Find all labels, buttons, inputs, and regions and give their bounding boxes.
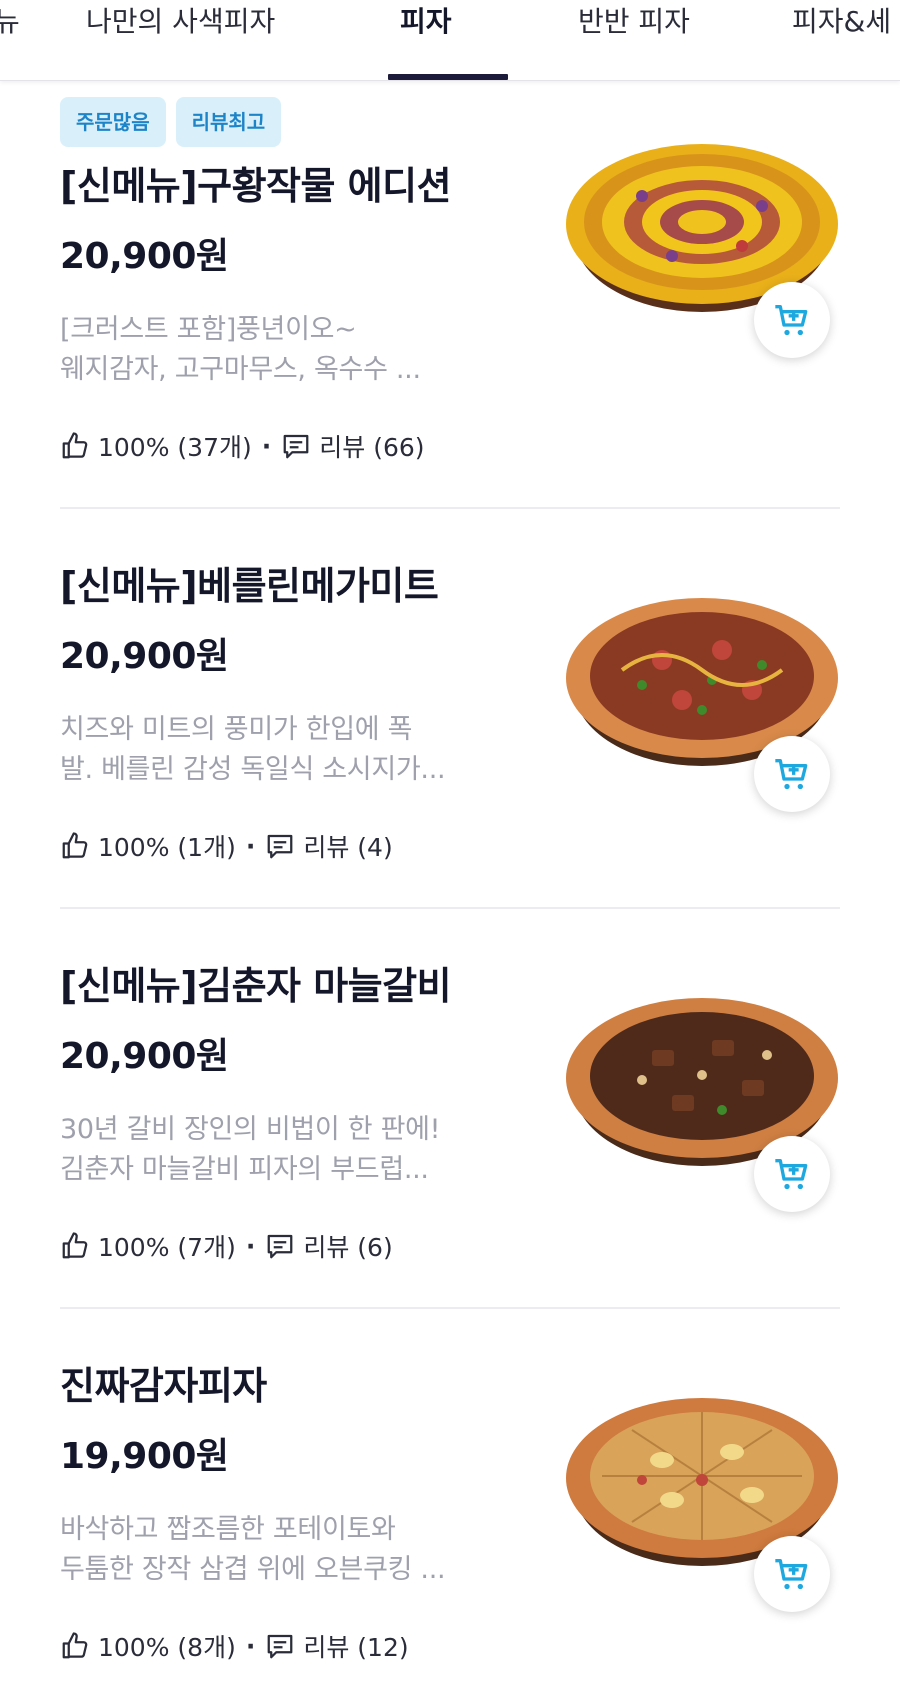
description-line: 바삭하고 짭조름한 포테이토와 <box>60 1514 396 1545</box>
menu-description: 치즈와 미트의 풍미가 한입에 폭 발. 베를린 감성 독일식 소시지가... <box>60 710 520 790</box>
menu-title[interactable]: 진짜감자피자 <box>60 1355 267 1410</box>
tab-half-half-pizza[interactable]: 반반 피자 <box>578 0 690 80</box>
item-divider <box>60 507 840 509</box>
rating-stats: 100% (1개) · 리뷰 (4) <box>60 828 393 864</box>
menu-title[interactable]: [신메뉴]구황작물 에디션 <box>60 155 452 210</box>
comment-icon <box>267 1234 293 1259</box>
add-to-cart-icon <box>775 1159 808 1190</box>
category-tab-bar: 뉴 나만의 사색피자 피자 반반 피자 피자&세 <box>0 0 900 81</box>
menu-description: 30년 갈비 장인의 비법이 한 판에! 김춘자 마늘갈비 피자의 부드럽... <box>60 1110 520 1190</box>
review-count[interactable]: 리뷰 (12) <box>303 1628 408 1664</box>
item-divider <box>60 1307 840 1309</box>
separator-dot: · <box>245 1231 256 1261</box>
description-line: 두툼한 장작 삼겹 위에 오븐쿠킹 ... <box>60 1554 446 1585</box>
active-tab-indicator <box>388 74 508 80</box>
separator-dot: · <box>245 1631 256 1661</box>
review-count[interactable]: 리뷰 (4) <box>303 828 392 864</box>
menu-title[interactable]: [신메뉴]베를린메가미트 <box>60 555 439 610</box>
menu-description: 바삭하고 짭조름한 포테이토와 두툼한 장작 삼겹 위에 오븐쿠킹 ... <box>60 1510 520 1590</box>
like-rate: 100% (1개) <box>98 833 236 862</box>
menu-price: 20,900원 <box>60 236 229 277</box>
thumbs-up-icon <box>62 1632 88 1659</box>
comment-icon <box>267 1634 293 1659</box>
add-to-cart-icon <box>775 1559 808 1590</box>
rating-stats: 100% (37개) · 리뷰 (66) <box>60 428 425 464</box>
rating-stats: 100% (7개) · 리뷰 (6) <box>60 1228 393 1264</box>
tab-pizza[interactable]: 피자 <box>400 0 452 80</box>
menu-price: 20,900원 <box>60 636 229 677</box>
thumbs-up-icon <box>62 432 88 459</box>
menu-price: 19,900원 <box>60 1436 229 1477</box>
item-divider <box>60 907 840 909</box>
description-line: [크러스트 포함]풍년이오~ <box>60 314 357 345</box>
thumbs-up-icon <box>62 832 88 859</box>
comment-icon <box>267 834 293 859</box>
add-to-cart-button[interactable] <box>754 282 830 358</box>
comment-icon <box>283 434 309 459</box>
description-line: 발. 베를린 감성 독일식 소시지가... <box>60 754 446 785</box>
add-to-cart-icon <box>775 759 808 790</box>
badge-most-ordered: 주문많음 <box>60 97 166 147</box>
review-count[interactable]: 리뷰 (66) <box>319 428 424 464</box>
menu-title[interactable]: [신메뉴]김춘자 마늘갈비 <box>60 955 452 1010</box>
tab-pizza-set[interactable]: 피자&세 <box>792 0 891 80</box>
like-rate: 100% (8개) <box>98 1633 236 1662</box>
separator-dot: · <box>261 431 272 461</box>
description-line: 웨지감자, 고구마무스, 옥수수 ... <box>60 354 421 385</box>
description-line: 치즈와 미트의 풍미가 한입에 폭 <box>60 714 413 745</box>
review-count[interactable]: 리뷰 (6) <box>303 1228 392 1264</box>
badge-group: 주문많음 리뷰최고 <box>60 97 282 147</box>
tab-previous[interactable]: 뉴 <box>0 0 20 80</box>
separator-dot: · <box>245 831 256 861</box>
menu-description: [크러스트 포함]풍년이오~ 웨지감자, 고구마무스, 옥수수 ... <box>60 310 520 390</box>
add-to-cart-icon <box>775 305 808 336</box>
like-rate: 100% (37개) <box>98 433 252 462</box>
description-line: 김춘자 마늘갈비 피자의 부드럽... <box>60 1154 429 1185</box>
badge-best-review: 리뷰최고 <box>175 97 282 147</box>
menu-price: 20,900원 <box>60 1036 229 1077</box>
tab-my-pizza[interactable]: 나만의 사색피자 <box>86 0 275 80</box>
thumbs-up-icon <box>62 1232 88 1259</box>
add-to-cart-button[interactable] <box>754 1536 830 1612</box>
add-to-cart-button[interactable] <box>754 736 830 812</box>
add-to-cart-button[interactable] <box>754 1136 830 1212</box>
like-rate: 100% (7개) <box>98 1233 236 1262</box>
rating-stats: 100% (8개) · 리뷰 (12) <box>60 1628 409 1664</box>
description-line: 30년 갈비 장인의 비법이 한 판에! <box>60 1114 441 1145</box>
